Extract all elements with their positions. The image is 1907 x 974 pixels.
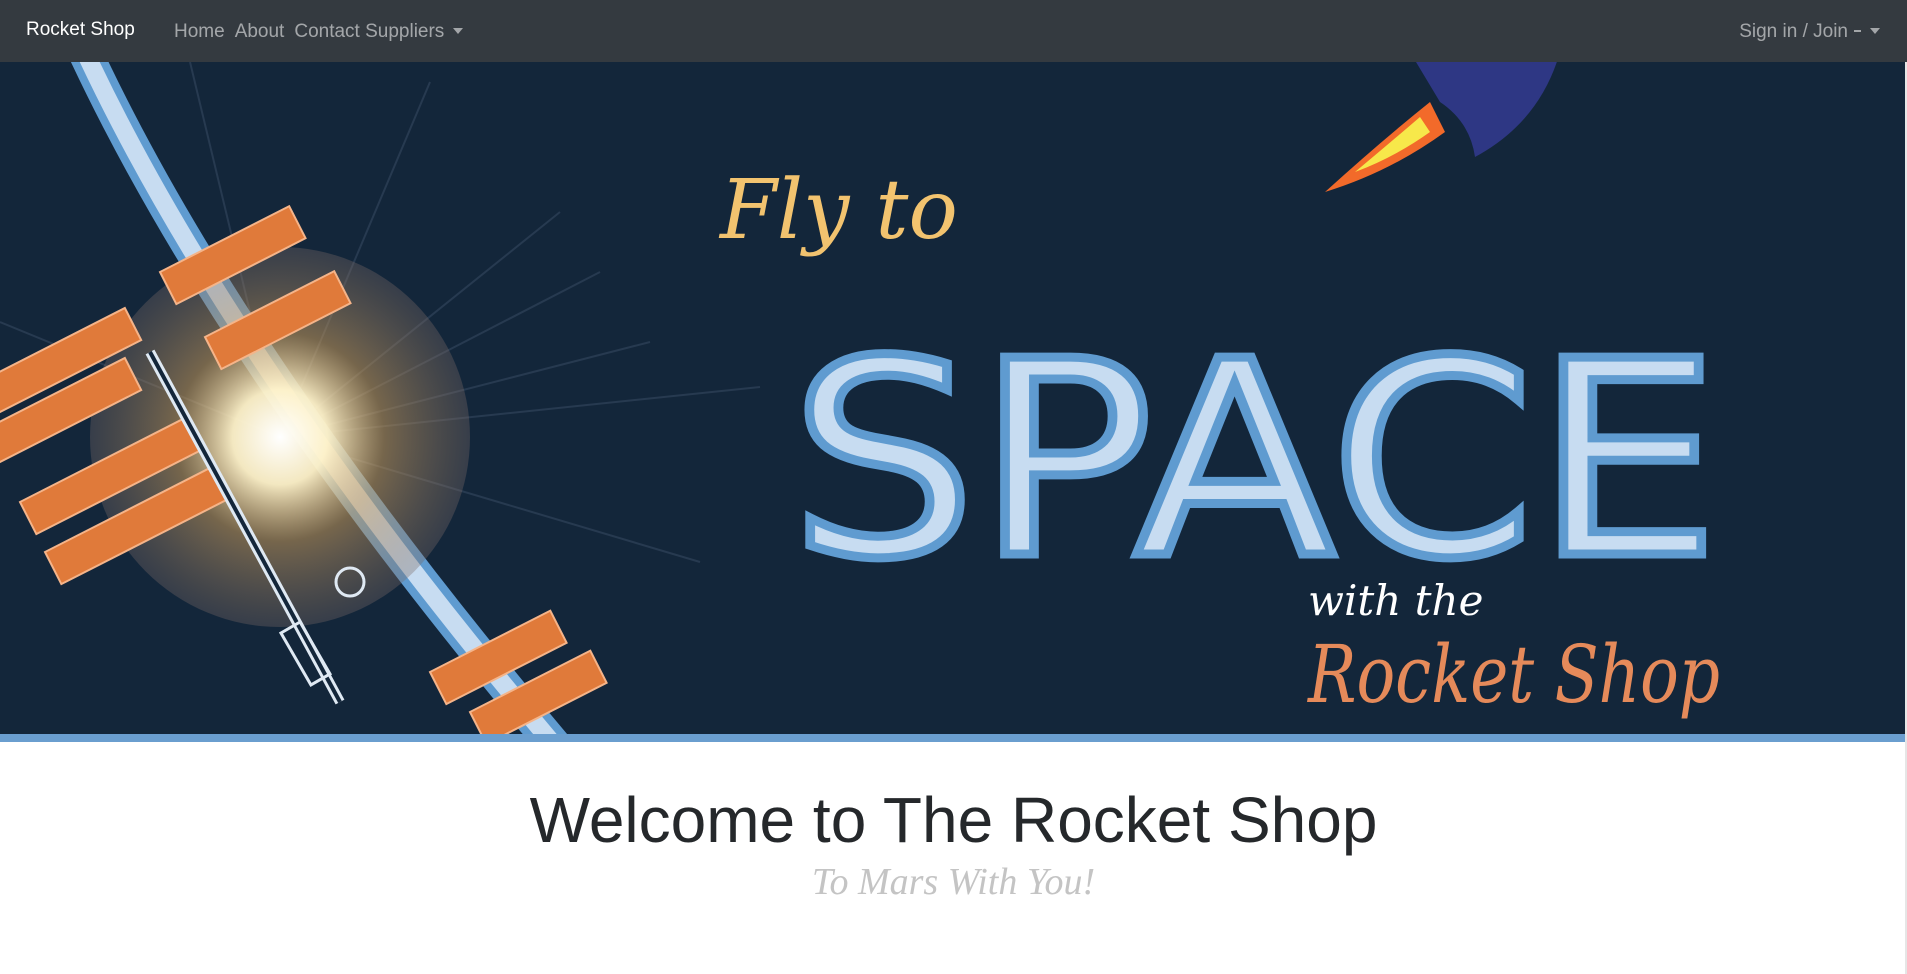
hero-rocket-shop-text: Rocket Shop <box>1306 628 1720 721</box>
nav-contact-suppliers-dropdown[interactable]: Contact Suppliers <box>294 21 464 43</box>
dash-icon <box>1854 30 1861 32</box>
sign-in-join-label: Sign in / Join <box>1739 21 1848 42</box>
hero-bottom-stripe <box>0 734 1907 742</box>
hero-banner: Fly to SPACE with the Rocket Shop <box>0 62 1905 734</box>
nav-home-link[interactable]: Home <box>174 21 225 43</box>
rocket-icon <box>1325 62 1557 192</box>
sign-in-join-dropdown[interactable]: Sign in / Join <box>1739 21 1880 43</box>
brand-link[interactable]: Rocket Shop <box>26 19 135 41</box>
hero-with-the-text: with the <box>1308 576 1483 625</box>
contact-suppliers-label: Contact Suppliers <box>294 21 445 42</box>
chevron-down-icon <box>453 28 464 34</box>
hero-illustration: Fly to SPACE with the Rocket Shop <box>0 62 1725 734</box>
page-title: Welcome to The Rocket Shop <box>529 784 1378 856</box>
page-tagline: To Mars With You! <box>811 861 1096 903</box>
top-navbar: Rocket Shop Home About Contact Suppliers… <box>0 0 1907 62</box>
hero-space-text: SPACE <box>790 303 1720 618</box>
nav-about-link[interactable]: About <box>235 21 285 43</box>
hero-fly-to-text: Fly to <box>718 163 958 258</box>
nav-links: Home About Contact Suppliers <box>174 21 464 43</box>
chevron-down-icon <box>1870 28 1880 34</box>
